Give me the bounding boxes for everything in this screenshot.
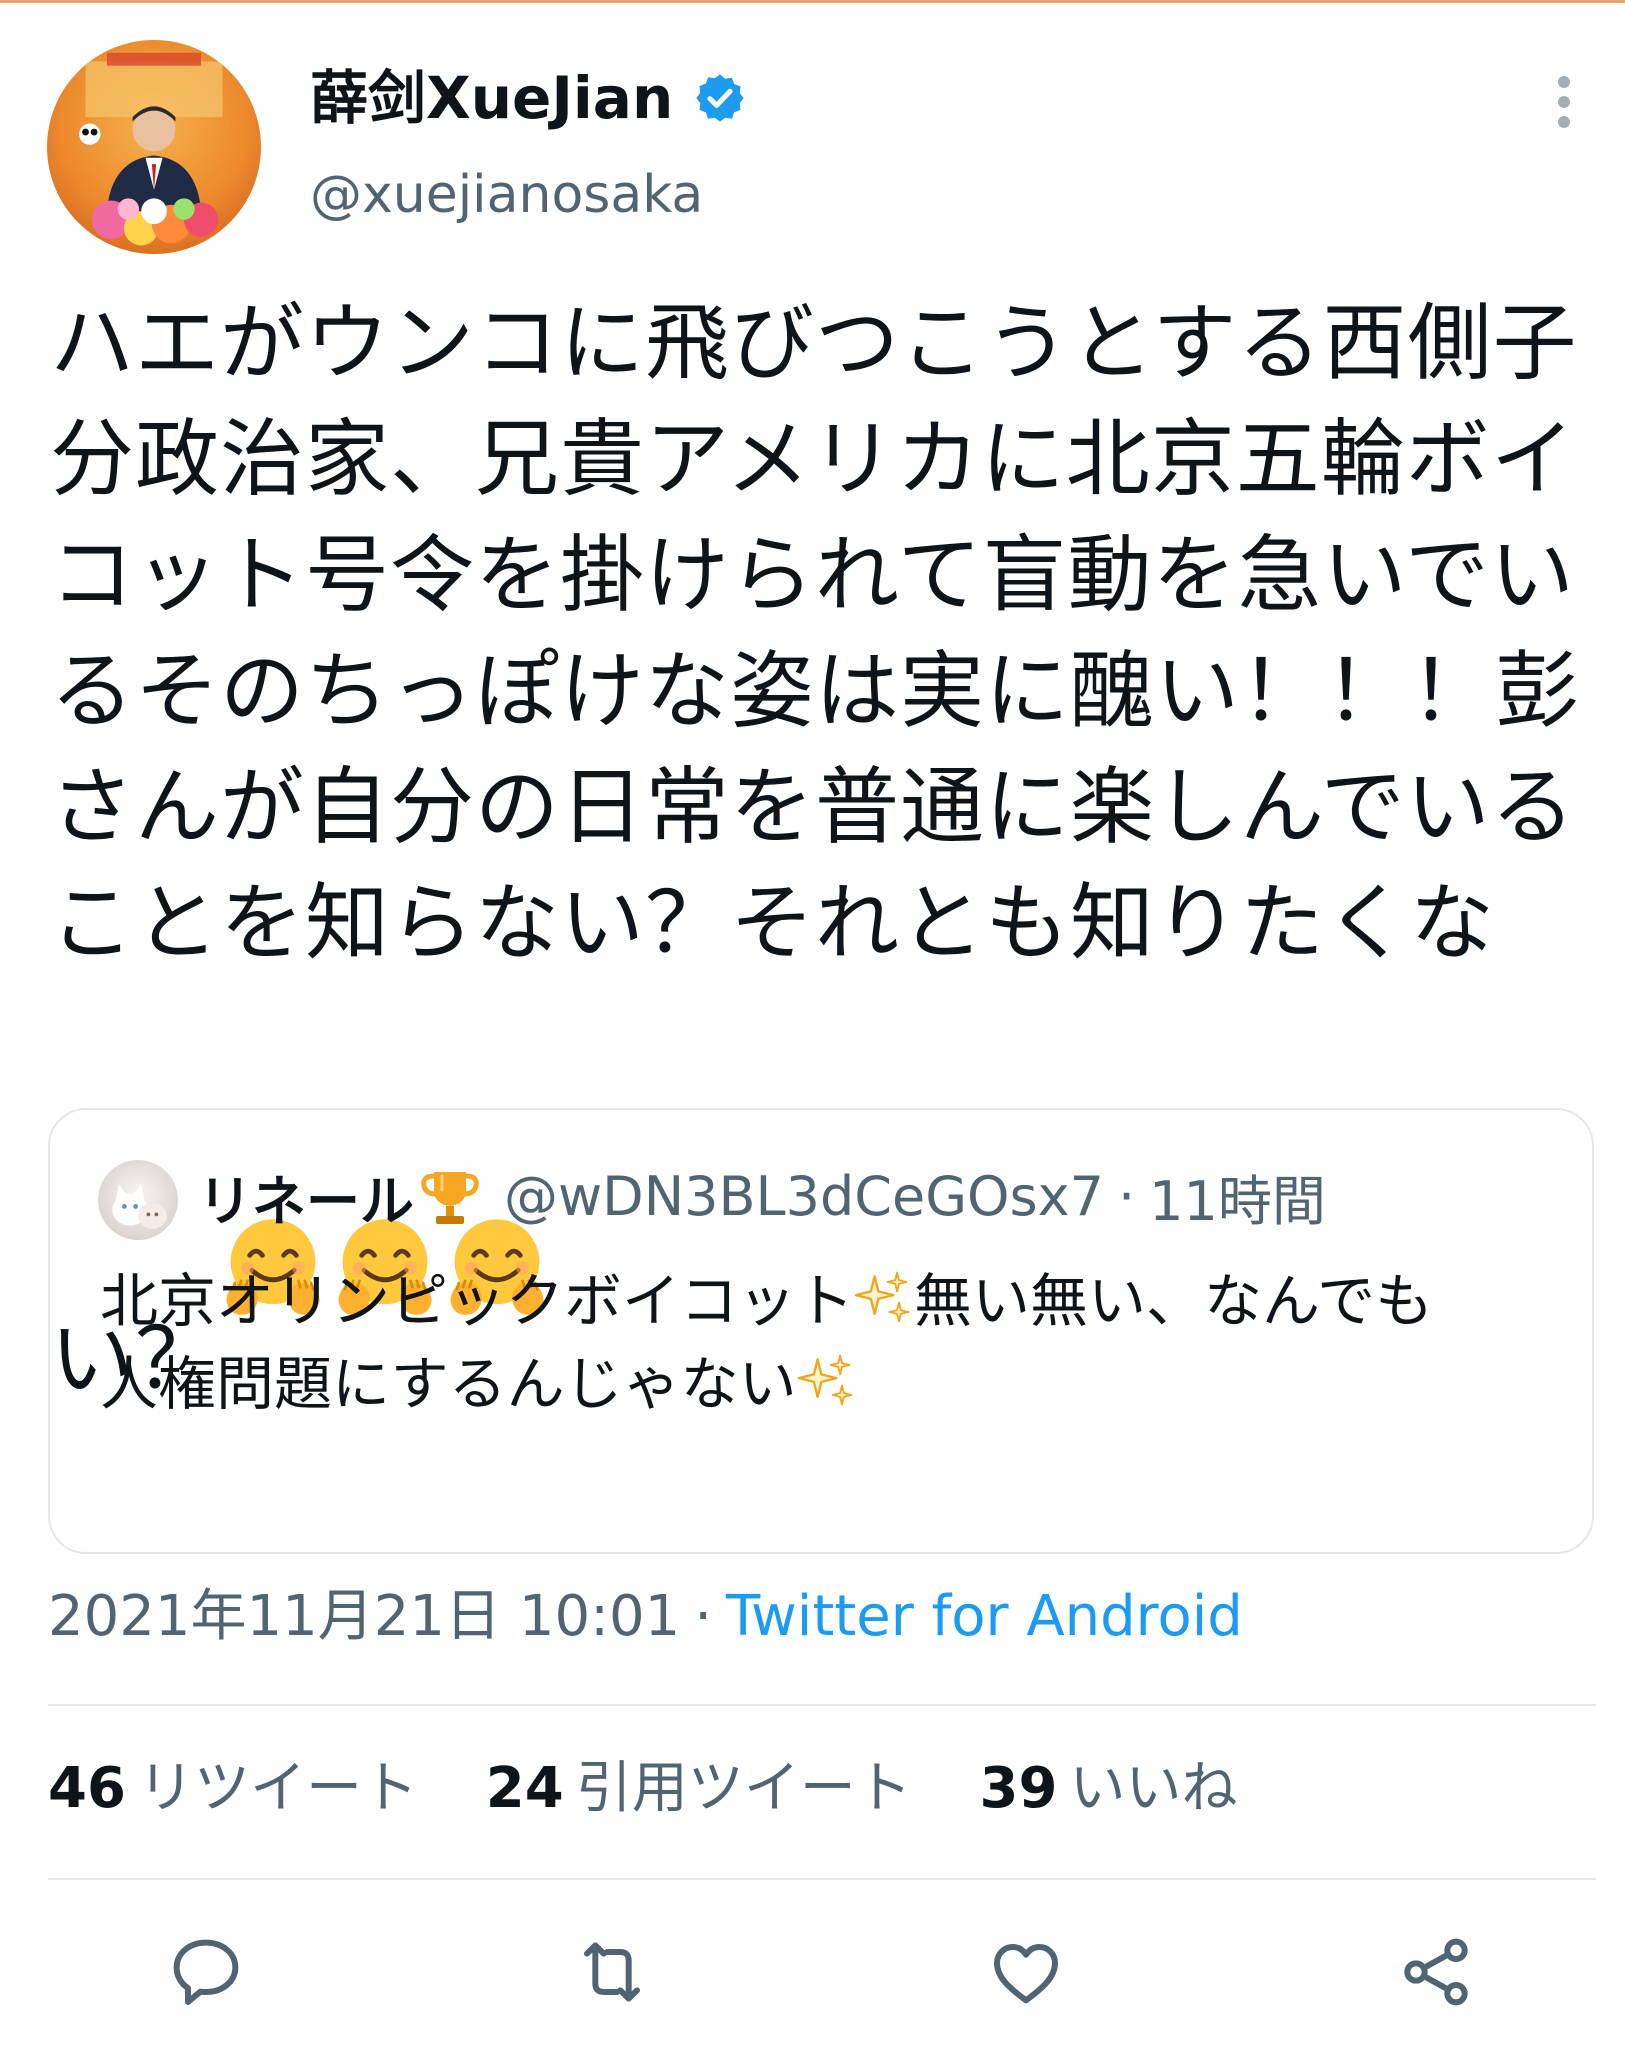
likes-label: いいね <box>1069 1756 1238 1821</box>
quoted-author-name[interactable]: リネール <box>198 1157 414 1236</box>
quoted-author-handle[interactable]: @wDN3BL3dCeGOsx7 <box>504 1165 1104 1228</box>
share-icon[interactable] <box>1396 1932 1476 2012</box>
sparkles-emoji-icon <box>854 1267 914 1327</box>
quoted-tweet-line-2: 人権問題にするんじゃない <box>100 1343 1560 1426</box>
author-display-name[interactable]: 薛剑XueJian <box>310 62 673 134</box>
reply-icon[interactable] <box>166 1932 246 2012</box>
hugging-face-emoji-icon <box>332 981 438 1315</box>
quoted-tweet-text: 北京オリンピックボイコット 無い無い、なんでも 人権問題にするんじゃない <box>100 1260 1560 1426</box>
quoted-line1-end: 無い無い、なんでも <box>914 1267 1434 1335</box>
quotes-stat[interactable]: 24 引用ツイート <box>486 1756 912 1821</box>
quoted-line1-start: 北京オリンピックボイコット <box>100 1267 855 1335</box>
quoted-tweet-line-1: 北京オリンピックボイコット 無い無い、なんでも <box>100 1260 1560 1343</box>
verified-badge-icon <box>693 71 747 125</box>
retweets-label: リツイート <box>137 1756 418 1821</box>
quoted-tweet-time[interactable]: 11時間 <box>1149 1157 1326 1236</box>
engagement-stats: 46 リツイート 24 引用ツイート 39 いいね <box>48 1753 1287 1825</box>
hugging-face-emoji-icon <box>444 981 550 1315</box>
quotes-count: 24 <box>485 1756 564 1821</box>
hugging-face-emoji-icon <box>220 981 326 1315</box>
divider-top <box>48 1704 1596 1706</box>
quoted-line2-text: 人権問題にするんじゃない <box>100 1350 797 1418</box>
quoted-tweet-card[interactable]: リネール @wDN3BL3dCeGOsx7 · 11時間 北京オリンピックボイコ… <box>48 1108 1594 1554</box>
author-avatar-image <box>79 52 223 246</box>
more-options-icon[interactable] <box>1548 72 1580 132</box>
tweet-source-link[interactable]: Twitter for Android <box>726 1584 1243 1649</box>
like-icon[interactable] <box>986 1932 1066 2012</box>
author-display-name-row[interactable]: 薛剑XueJian <box>310 62 747 134</box>
author-handle[interactable]: @xuejianosaka <box>310 163 703 227</box>
quoted-author-avatar[interactable] <box>98 1160 178 1240</box>
meta-separator: · <box>694 1584 713 1649</box>
trophy-emoji-icon <box>418 1164 482 1228</box>
quoted-header-separator: · <box>1118 1164 1136 1228</box>
quoted-tweet-header: リネール @wDN3BL3dCeGOsx7 · 11時間 <box>198 1156 1326 1236</box>
author-avatar[interactable] <box>47 40 261 254</box>
tweet-timestamp[interactable]: 2021年11月21日 10:01 <box>48 1584 680 1649</box>
retweets-count: 46 <box>48 1756 126 1821</box>
top-accent-rule <box>0 0 1625 3</box>
likes-count: 39 <box>979 1756 1058 1821</box>
retweet-icon[interactable] <box>572 1932 652 2012</box>
likes-stat[interactable]: 39 いいね <box>980 1756 1238 1821</box>
sparkles-emoji-icon <box>797 1350 857 1410</box>
quotes-label: 引用ツイート <box>575 1756 912 1821</box>
retweets-stat[interactable]: 46 リツイート <box>48 1756 418 1821</box>
divider-bottom <box>48 1878 1596 1880</box>
tweet-meta: 2021年11月21日 10:01 · Twitter for Android <box>48 1582 1243 1652</box>
